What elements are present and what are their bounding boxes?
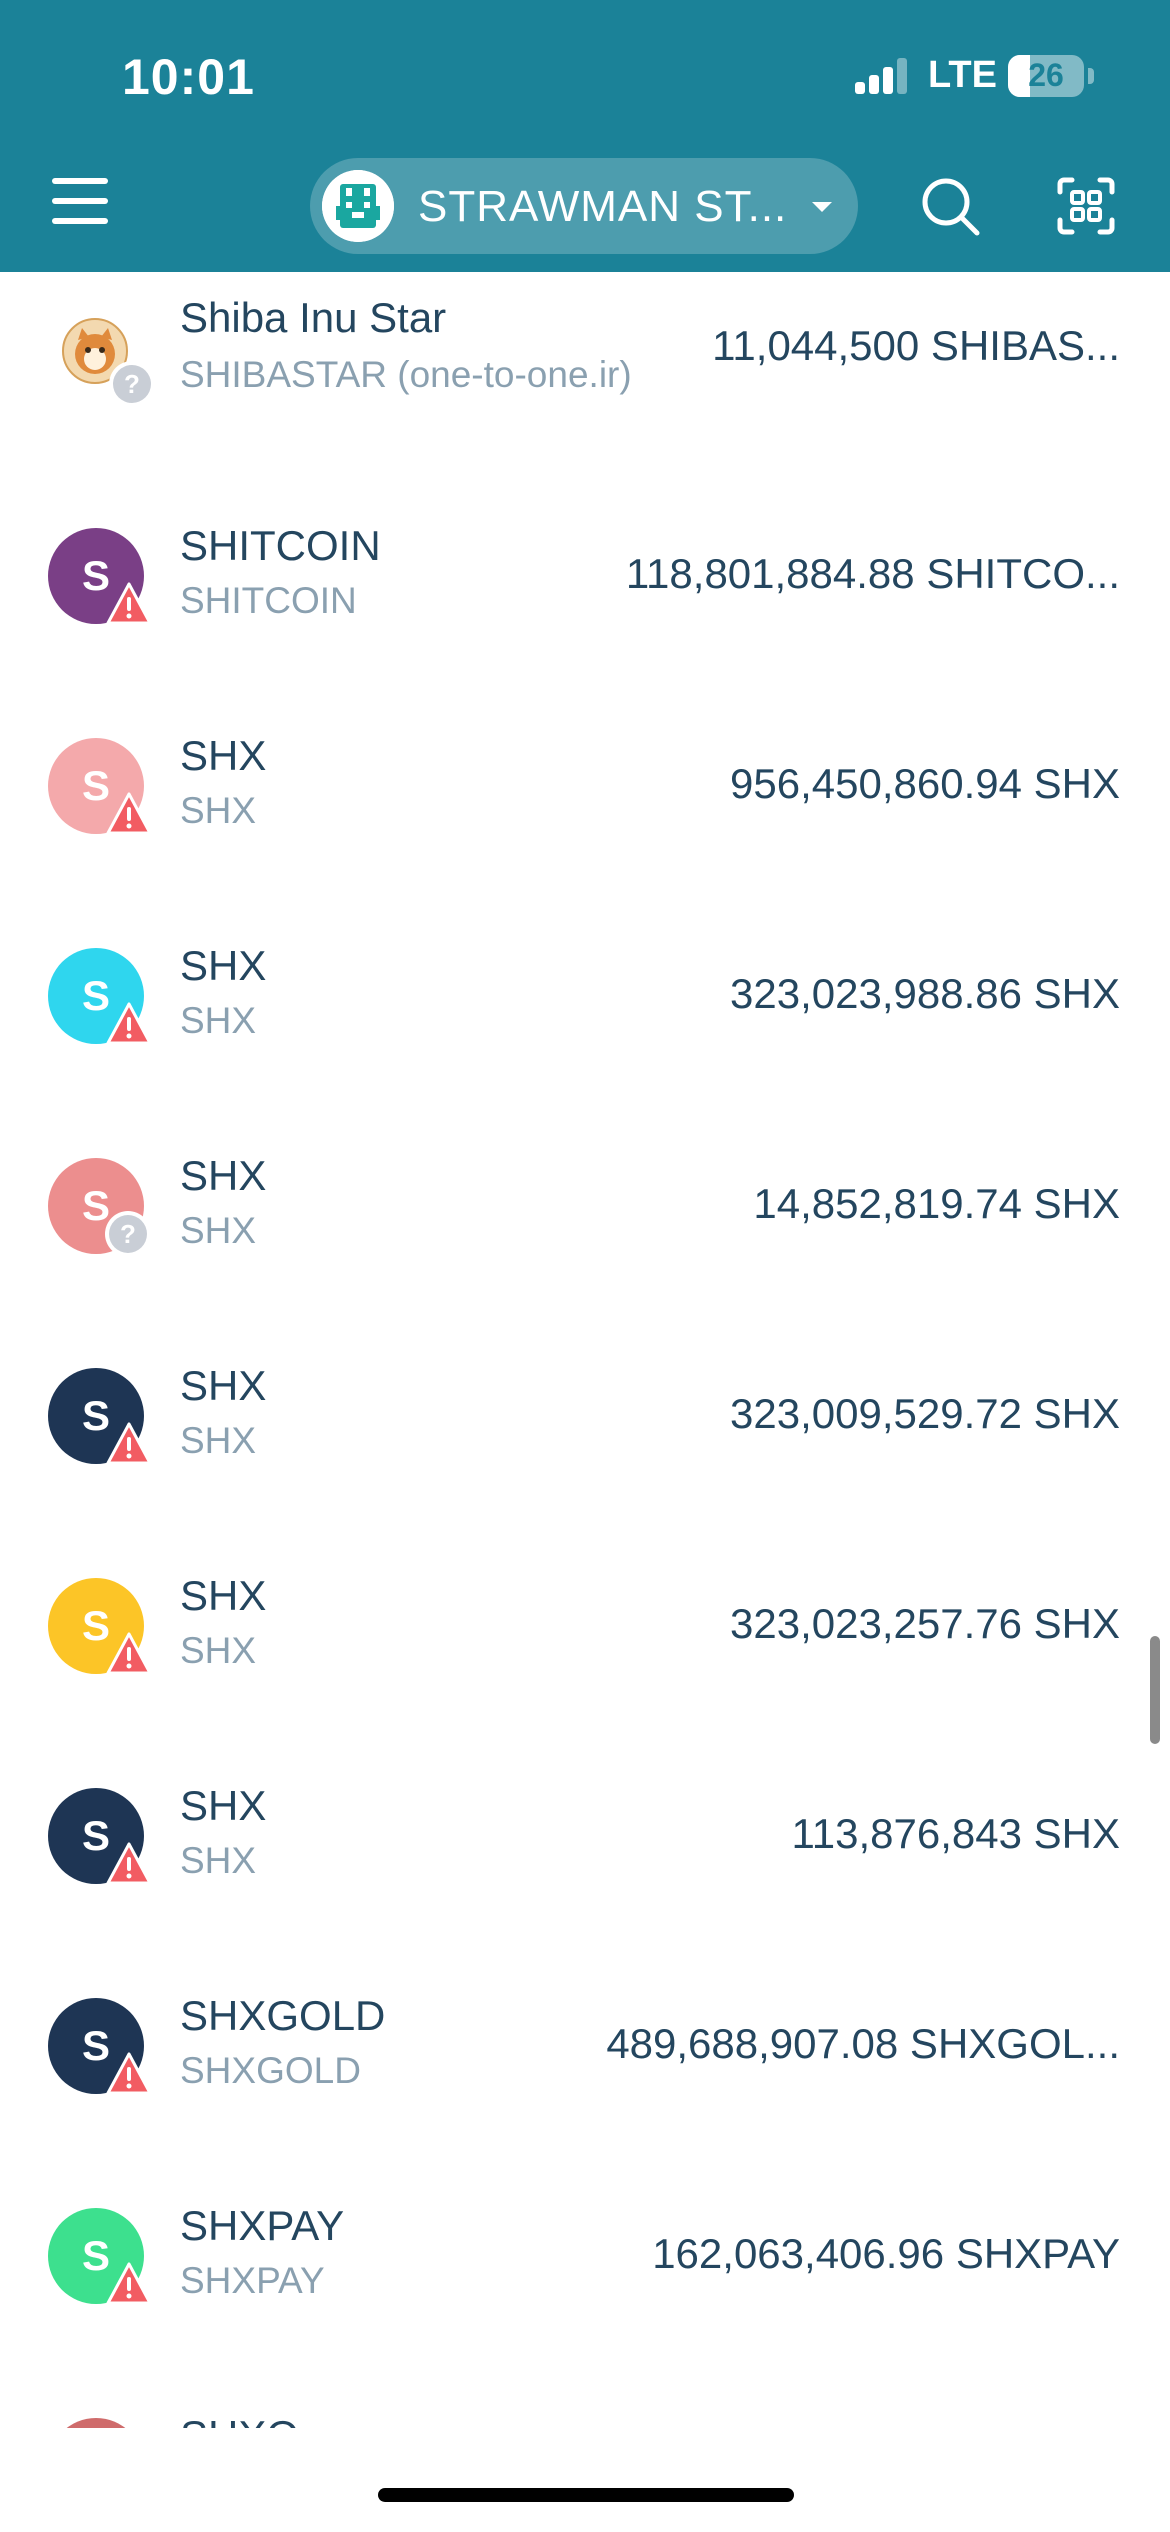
token-row[interactable]: S SHXPAY SHXPAY 162,063,406.96 SHXPAY xyxy=(0,2162,1170,2372)
token-balance: 162,063,406.96 SHXPAY xyxy=(652,2230,1120,2277)
scrollbar[interactable] xyxy=(1150,1636,1160,1744)
token-name: SHX xyxy=(180,942,267,989)
token-name: SHITCOIN xyxy=(180,522,381,569)
token-symbol: SHX xyxy=(180,1840,257,1881)
app-header: 10:01 LTE 26 STRAWMAN ST... xyxy=(0,0,1170,272)
token-symbol: SHXPAY xyxy=(180,2260,325,2301)
token-symbol: SHXGOLD xyxy=(180,2050,361,2091)
token-row[interactable]: S SHXGOLD SHXGOLD 489,688,907.08 SHXGOL.… xyxy=(0,1952,1170,2162)
warning-icon xyxy=(106,2262,152,2306)
token-name: SHXGOLD xyxy=(180,1992,386,2039)
token-symbol: SHX xyxy=(180,790,257,831)
account-name: STRAWMAN ST... xyxy=(418,182,788,231)
warning-icon xyxy=(106,582,152,626)
pixel-avatar-icon xyxy=(322,170,394,242)
qr-scan-icon[interactable] xyxy=(1056,176,1116,241)
warning-icon xyxy=(106,1422,152,1466)
search-icon[interactable] xyxy=(920,176,982,243)
token-balance: 11,044,500 SHIBAS... xyxy=(712,322,1120,369)
token-name: SHX xyxy=(180,1152,267,1199)
token-name: Shiba Inu Star xyxy=(180,294,447,341)
battery-icon: 26 xyxy=(1008,55,1084,97)
token-row[interactable]: S SHITCOIN SHITCOIN 118,801,884.88 SHITC… xyxy=(0,482,1170,692)
token-name: SHX xyxy=(180,1572,267,1619)
token-balance: 489,688,907.08 SHXGOL... xyxy=(606,2020,1120,2067)
token-symbol: SHIBASTAR (one-to-one.ir) xyxy=(180,354,632,395)
token-balance: 956,450,860.94 SHX xyxy=(730,760,1120,807)
token-symbol: SHX xyxy=(180,1210,257,1251)
token-balance: 323,023,988.86 SHX xyxy=(730,970,1120,1017)
token-symbol: SHITCOIN xyxy=(180,580,357,621)
token-row[interactable]: S SHX SHX 323,023,988.86 SHX xyxy=(0,902,1170,1112)
warning-icon xyxy=(106,792,152,836)
battery-cap xyxy=(1088,68,1094,84)
token-balance: 113,876,843 SHX xyxy=(791,1810,1120,1857)
token-name: SHX xyxy=(180,1782,267,1829)
token-name: SHX xyxy=(180,1362,267,1409)
token-list: ? Shiba Inu Star SHIBASTAR (one-to-one.i… xyxy=(0,272,1170,2428)
token-row[interactable]: S SHX SHX 956,450,860.94 SHX xyxy=(0,692,1170,902)
network-type: LTE xyxy=(928,54,997,96)
token-row[interactable]: S SHX SHX 323,023,257.76 SHX xyxy=(0,1532,1170,1742)
token-name: SHX xyxy=(180,732,267,779)
token-avatar xyxy=(48,2418,144,2428)
svg-text:?: ? xyxy=(120,1219,136,1249)
warning-icon xyxy=(106,1842,152,1886)
token-row[interactable]: S SHX SHX 323,009,529.72 SHX xyxy=(0,1322,1170,1532)
cellular-signal-icon xyxy=(855,58,909,94)
token-row[interactable]: SHXO xyxy=(0,2372,1170,2428)
warning-icon xyxy=(106,2052,152,2096)
token-balance: 118,801,884.88 SHITCO... xyxy=(625,550,1120,597)
svg-text:?: ? xyxy=(124,369,140,399)
token-row[interactable]: ? Shiba Inu Star SHIBASTAR (one-to-one.i… xyxy=(0,272,1170,482)
token-row[interactable]: S SHX SHX 113,876,843 SHX xyxy=(0,1742,1170,1952)
hamburger-menu-icon[interactable] xyxy=(52,178,112,228)
unknown-token-icon: ? xyxy=(108,360,155,407)
token-symbol: SHX xyxy=(180,1420,257,1461)
home-indicator[interactable] xyxy=(378,2488,794,2502)
token-balance: 323,009,529.72 SHX xyxy=(730,1390,1120,1437)
warning-icon xyxy=(106,1002,152,1046)
token-symbol: SHX xyxy=(180,1000,257,1041)
warning-icon xyxy=(106,1632,152,1676)
token-name: SHXO xyxy=(180,2412,299,2428)
token-balance: 14,852,819.74 SHX xyxy=(753,1180,1120,1227)
token-balance: 323,023,257.76 SHX xyxy=(730,1600,1120,1647)
battery-level: 26 xyxy=(1028,57,1064,93)
unknown-token-icon: ? xyxy=(104,1210,151,1257)
status-time: 10:01 xyxy=(122,49,255,105)
account-selector-button[interactable]: STRAWMAN ST... xyxy=(310,158,858,254)
chevron-down-icon xyxy=(812,202,832,212)
token-symbol: SHX xyxy=(180,1630,257,1671)
token-name: SHXPAY xyxy=(180,2202,345,2249)
token-row[interactable]: S ? SHX SHX 14,852,819.74 SHX xyxy=(0,1112,1170,1322)
